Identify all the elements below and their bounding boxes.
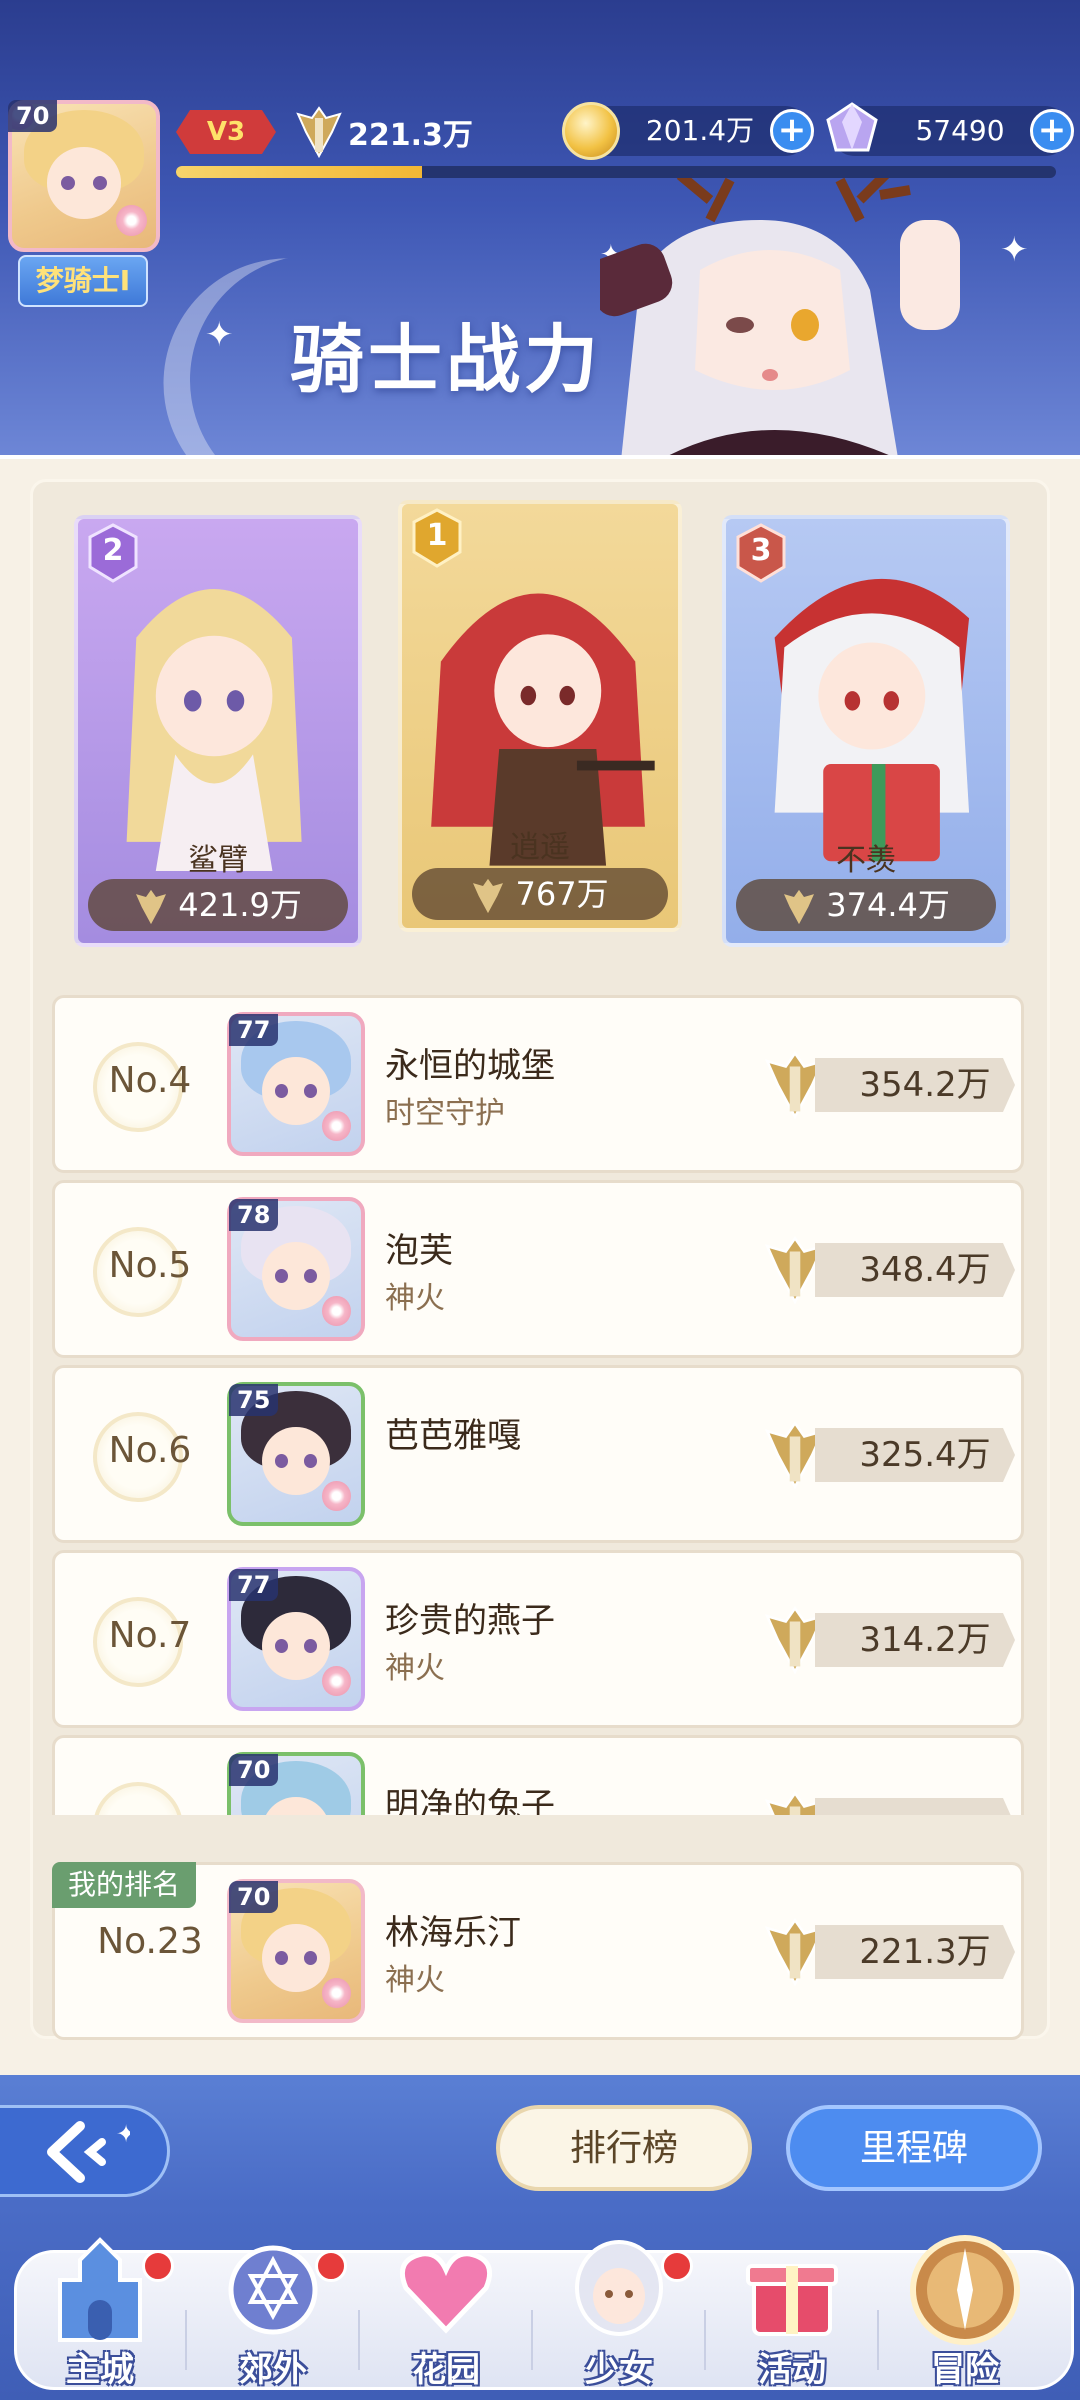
podium-player-name: 鲨臂 (188, 843, 248, 878)
player-avatar: 77 (221, 1006, 371, 1166)
rank-number: No.5 (108, 1245, 192, 1286)
player-name: 珍贵的燕子 (385, 1601, 555, 1641)
rank-number: No.6 (108, 1430, 192, 1471)
nav-item-castle[interactable]: 主城 (20, 2230, 180, 2400)
podium-power-value: 767万 (515, 875, 609, 913)
my-guild-name: 神火 (385, 1963, 445, 1998)
my-player-name: 林海乐汀 (385, 1913, 521, 1953)
player-power: 354.2万 (815, 1058, 1015, 1112)
my-rank-number: No.23 (97, 1921, 203, 1962)
guild-name: 神火 (385, 1281, 445, 1316)
rank-circle (93, 1782, 183, 1815)
player-name: 芭芭雅嘎 (385, 1416, 521, 1456)
podium-card-rank-2[interactable]: 2 鲨臂 421.9万 (74, 515, 362, 947)
notification-badge (315, 2250, 347, 2282)
power-icon (473, 878, 504, 914)
heart-icon (400, 2251, 492, 2334)
back-arrow-icon: ✦ (47, 2120, 130, 2183)
milestone-button[interactable]: 里程碑 (786, 2105, 1042, 2191)
player-level: 77 (229, 1014, 279, 1046)
player-avatar: 70 (221, 1746, 371, 1815)
nav-item-label: 活动 (758, 2350, 826, 2390)
nav-item-compass[interactable]: 冒险 (885, 2230, 1045, 2400)
player-avatar: 78 (221, 1191, 371, 1351)
nav-separator (877, 2310, 879, 2370)
nav-item-label: 郊外 (239, 2350, 307, 2390)
nav-item-label: 花园 (412, 2350, 480, 2390)
player-avatar: 77 (221, 1561, 371, 1721)
player-level: 75 (229, 1384, 279, 1416)
nav-separator (531, 2310, 533, 2370)
girl-icon (575, 2240, 663, 2336)
podium-power-value: 374.4万 (826, 886, 950, 924)
power-icon (136, 889, 167, 925)
podium-player-power: 421.9万 (88, 879, 348, 931)
ranking-row[interactable]: 70 明净的兔子 (52, 1735, 1024, 1815)
nav-item-gift[interactable]: 活动 (712, 2230, 872, 2400)
player-name: 永恒的城堡 (385, 1046, 555, 1086)
player-power: 325.4万 (815, 1428, 1015, 1482)
podium-card-rank-3[interactable]: 3 不羡 374.4万 (722, 515, 1010, 947)
notification-badge (661, 2250, 693, 2282)
castle-icon (58, 2237, 142, 2342)
podium-player-power: 767万 (412, 868, 668, 920)
ranking-row[interactable]: No.5 78 泡芙神火 348.4万 (52, 1180, 1024, 1358)
nav-item-portal[interactable]: 郊外 (193, 2230, 353, 2400)
nav-item-label: 主城 (66, 2350, 134, 2390)
ranking-row[interactable]: No.4 77 永恒的城堡时空守护 354.2万 (52, 995, 1024, 1173)
nav-separator (704, 2310, 706, 2370)
guild-name: 神火 (385, 1651, 445, 1686)
podium-power-value: 421.9万 (178, 886, 302, 924)
podium-player-power: 374.4万 (736, 879, 996, 931)
player-level: 78 (229, 1199, 279, 1231)
podium-player-name: 不羡 (836, 843, 896, 878)
nav-separator (358, 2310, 360, 2370)
ranking-list-viewport: 2 鲨臂 421.9万 1 逍遥 767万 3 不羡 374.4万 No.4 7… (0, 0, 1080, 1815)
my-rank-row[interactable]: No.23 70 林海乐汀 神火 221.3万 (52, 1862, 1024, 2040)
portal-icon (228, 2245, 318, 2335)
gift-icon (746, 2264, 838, 2336)
podium-rank-number: 3 (750, 533, 772, 568)
podium-rank-number: 2 (102, 533, 124, 568)
nav-item-heart[interactable]: 花园 (366, 2230, 526, 2400)
player-name: 泡芙 (385, 1231, 453, 1271)
player-power: 348.4万 (815, 1243, 1015, 1297)
svg-text:✦: ✦ (116, 2120, 130, 2148)
power-icon (784, 889, 815, 925)
my-level: 70 (229, 1881, 279, 1913)
player-name: 明净的兔子 (385, 1786, 555, 1815)
player-level: 70 (229, 1754, 279, 1786)
nav-item-label: 冒险 (931, 2350, 999, 2390)
podium-player-name: 逍遥 (510, 830, 570, 865)
leaderboard-button[interactable]: 排行榜 (496, 2105, 752, 2191)
notification-badge (142, 2250, 174, 2282)
compass-icon (910, 2235, 1020, 2345)
player-level: 77 (229, 1569, 279, 1601)
guild-name: 时空守护 (385, 1096, 505, 1131)
rank-number: No.4 (108, 1060, 192, 1101)
ranking-row[interactable]: No.7 77 珍贵的燕子神火 314.2万 (52, 1550, 1024, 1728)
my-rank-tag: 我的排名 (52, 1862, 197, 1908)
back-button[interactable]: ✦ (0, 2105, 170, 2197)
podium-card-rank-1[interactable]: 1 逍遥 767万 (398, 500, 682, 932)
player-avatar: 75 (221, 1376, 371, 1536)
ranking-row[interactable]: No.6 75 芭芭雅嘎 325.4万 (52, 1365, 1024, 1543)
nav-item-label: 少女 (585, 2350, 653, 2390)
my-power-value: 221.3万 (815, 1925, 1015, 1979)
nav-separator (185, 2310, 187, 2370)
my-avatar: 70 (221, 1873, 371, 2033)
nav-item-girl[interactable]: 少女 (539, 2230, 699, 2400)
player-power: 314.2万 (815, 1613, 1015, 1667)
player-power (815, 1798, 1015, 1815)
rank-number: No.7 (108, 1615, 192, 1656)
podium-rank-number: 1 (426, 518, 448, 553)
